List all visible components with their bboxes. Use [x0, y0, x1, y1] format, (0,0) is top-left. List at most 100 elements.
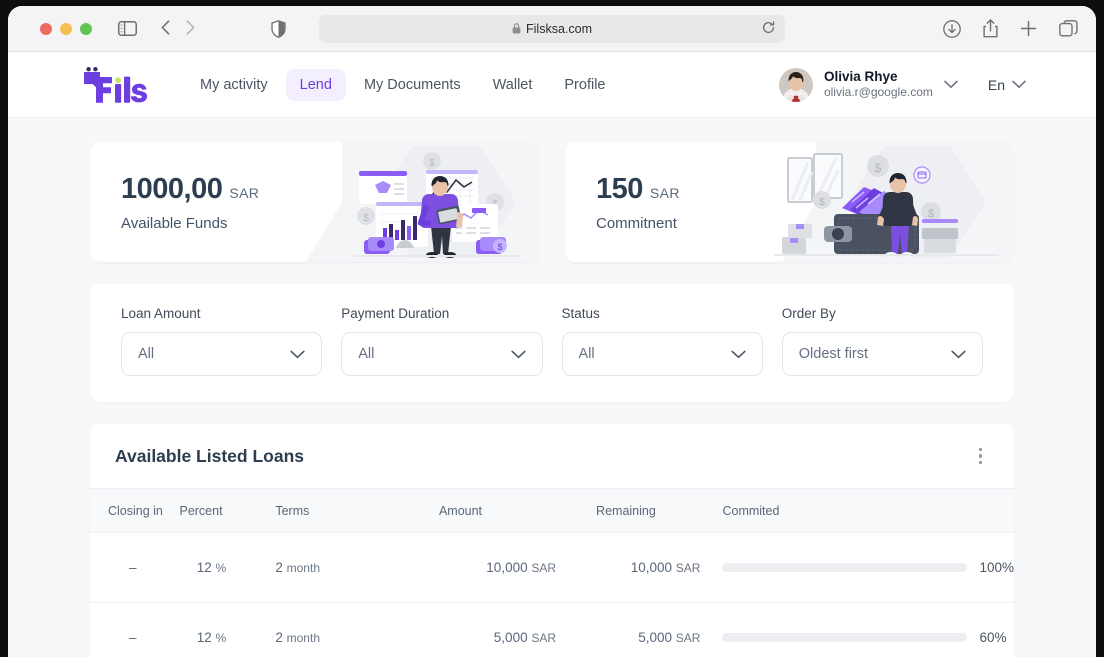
commitment-currency: SAR	[649, 184, 680, 201]
forward-button[interactable]	[186, 19, 195, 38]
share-icon[interactable]	[983, 19, 998, 38]
chevron-down-icon[interactable]	[290, 350, 305, 359]
progress-label: 60%	[979, 630, 1007, 645]
status-value: All	[578, 346, 595, 362]
status-select[interactable]: All	[561, 332, 763, 376]
user-menu[interactable]: Olivia Rhye olivia.r@google.com	[778, 67, 958, 102]
column-header-percent[interactable]: Percent	[179, 489, 275, 533]
table-row[interactable]: – 12 % 2 month 10,000 SAR 10,000 SAR 100…	[90, 533, 1014, 603]
main-navigation: My activity Lend My Documents Wallet Pro…	[186, 68, 620, 101]
cell-commited: 60%	[722, 603, 1014, 657]
kebab-dot	[978, 460, 982, 465]
amount-unit: SAR	[531, 631, 557, 645]
tab-overview-icon[interactable]	[1059, 19, 1078, 38]
chevron-down-icon[interactable]	[944, 80, 958, 89]
cell-remaining: 10,000 SAR	[578, 533, 722, 603]
address-bar[interactable]: Filsksa.com	[319, 14, 785, 43]
kebab-dot	[978, 447, 982, 452]
maximize-window-button[interactable]	[80, 22, 92, 35]
svg-text:$: $	[928, 208, 934, 220]
cell-amount: 5,000 SAR	[421, 603, 578, 657]
filter-loan-amount-label: Loan Amount	[121, 306, 201, 321]
privacy-shield-icon[interactable]	[271, 19, 286, 38]
language-selector[interactable]: En	[988, 77, 1026, 93]
navigation-arrows[interactable]	[161, 19, 195, 38]
progress-track	[722, 633, 968, 642]
download-icon[interactable]	[943, 19, 961, 38]
column-header-closing-in[interactable]: Closing in	[90, 489, 179, 533]
filter-payment-duration-label: Payment Duration	[341, 306, 450, 321]
terms-value: 2	[275, 560, 283, 575]
remaining-value: 5,000	[638, 630, 673, 645]
amount-value: 10,000	[486, 560, 528, 575]
svg-text:$: $	[497, 242, 502, 252]
table-row[interactable]: – 12 % 2 month 5,000 SAR 5,000 SAR 60%	[90, 603, 1014, 657]
nav-item-my-documents[interactable]: My Documents	[350, 69, 475, 101]
minimize-window-button[interactable]	[60, 22, 72, 35]
chevron-down-icon[interactable]	[951, 350, 966, 359]
column-header-amount[interactable]: Amount	[421, 489, 578, 533]
loan-amount-value: All	[138, 346, 155, 362]
sidebar-toggle-icon[interactable]	[118, 21, 137, 36]
kebab-dot	[978, 454, 982, 458]
commitment-amount-line: 150 SAR	[596, 173, 680, 206]
column-header-commited[interactable]: Commited	[722, 489, 1014, 533]
chevron-down-icon[interactable]	[1012, 80, 1026, 89]
kebab-menu-icon[interactable]	[971, 442, 991, 471]
available-funds-amount: 1000,00	[121, 172, 223, 205]
svg-text:$: $	[875, 161, 882, 175]
back-button[interactable]	[161, 19, 170, 38]
filter-order-by: Order By Oldest first	[781, 306, 983, 376]
chevron-down-icon[interactable]	[510, 350, 526, 359]
header-right-controls: Olivia Rhye olivia.r@google.com En	[778, 67, 1026, 102]
svg-text:$: $	[363, 213, 369, 224]
page-body: 1000,00 SAR Available Funds $ $ $ 150 SA…	[8, 118, 1096, 657]
url-text: Filsksa.com	[526, 21, 592, 36]
nav-item-lend[interactable]: Lend	[285, 68, 346, 101]
filters-panel: Loan Amount All Payment Duration All Sta…	[90, 284, 1014, 402]
loan-amount-select[interactable]: All	[121, 332, 323, 376]
column-header-terms[interactable]: Terms	[275, 489, 421, 533]
cell-commited: 100%	[722, 533, 1014, 603]
commitment-text: 150 SAR Commitnent	[596, 173, 680, 232]
lock-icon	[512, 23, 521, 34]
browser-toolbar: Filsksa.com	[8, 6, 1096, 52]
available-funds-amount-line: 1000,00 SAR	[121, 173, 259, 206]
commitment-amount: 150	[596, 172, 643, 205]
svg-text:$: $	[819, 197, 825, 208]
cell-closing-in: –	[128, 630, 137, 645]
cell-closing-in: –	[128, 560, 137, 575]
progress-track	[722, 563, 968, 572]
loans-table: Closing in Percent Terms Amount Remainin…	[90, 488, 1014, 657]
fils-logo[interactable]	[82, 65, 150, 105]
cell-amount: 10,000 SAR	[421, 533, 578, 603]
percent-value: 12	[196, 630, 212, 645]
analytics-dashboard-illustration: $ $ $ $	[284, 142, 539, 262]
nav-item-profile[interactable]: Profile	[550, 69, 619, 101]
language-label: En	[987, 76, 1005, 93]
amount-value: 5,000	[493, 630, 528, 645]
payment-duration-select[interactable]: All	[341, 332, 543, 376]
percent-unit: %	[215, 561, 227, 575]
reload-icon[interactable]	[762, 20, 775, 37]
close-window-button[interactable]	[40, 22, 52, 35]
cell-terms: 2 month	[275, 533, 421, 603]
terms-unit: month	[286, 631, 320, 645]
remaining-unit: SAR	[675, 561, 701, 575]
summary-cards: 1000,00 SAR Available Funds $ $ $ 150 SA…	[90, 142, 1014, 262]
table-header-bar: Available Listed Loans	[90, 424, 1014, 488]
user-email: olivia.r@google.com	[823, 85, 933, 100]
page-title: Available Listed Loans	[115, 445, 304, 466]
terms-value: 2	[275, 630, 283, 645]
wallet-cash-illustration: $ $ $	[764, 142, 1014, 262]
chevron-down-icon[interactable]	[731, 350, 746, 359]
nav-item-wallet[interactable]: Wallet	[479, 69, 547, 101]
column-header-remaining[interactable]: Remaining	[578, 489, 722, 533]
order-by-select[interactable]: Oldest first	[781, 332, 983, 376]
cell-remaining: 5,000 SAR	[578, 603, 722, 657]
payment-duration-value: All	[358, 346, 375, 362]
svg-text:$: $	[429, 158, 435, 169]
nav-item-my-activity[interactable]: My activity	[186, 69, 282, 101]
plus-icon[interactable]	[1020, 20, 1037, 37]
window-controls[interactable]	[40, 22, 92, 35]
